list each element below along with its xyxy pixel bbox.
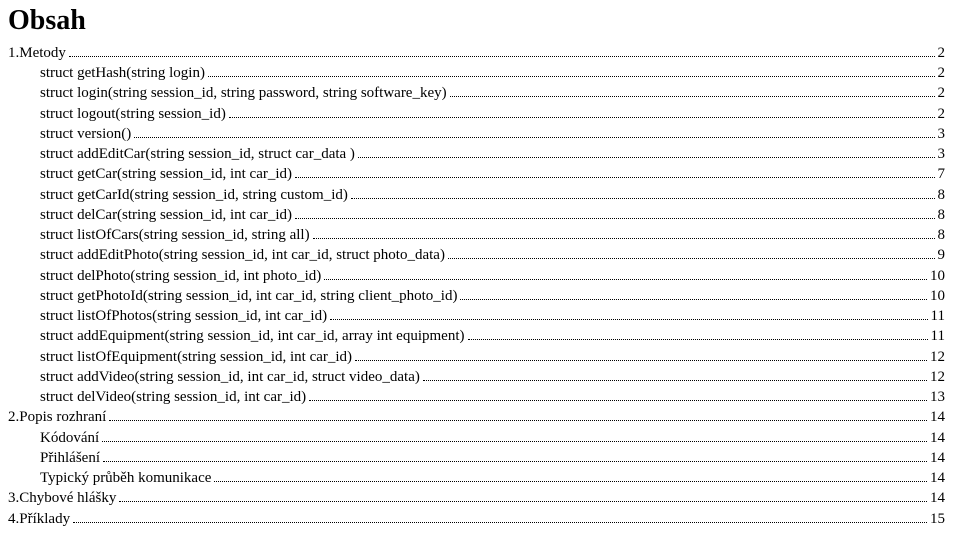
toc-entry: struct listOfEquipment(string session_id… [8,347,945,367]
toc-dot-leader [103,450,927,462]
toc-dot-leader [450,85,935,97]
toc-dot-leader [229,105,935,117]
toc-entry: struct addEditCar(string session_id, str… [8,144,945,164]
toc-label: struct logout(string session_id) [40,104,226,124]
toc-page-number: 2 [938,83,946,103]
toc-dot-leader [214,470,927,482]
toc-dot-leader [73,510,927,522]
document-title: Obsah [8,6,945,37]
toc-entry: struct logout(string session_id) 2 [8,104,945,124]
toc-label: struct addEditPhoto(string session_id, i… [40,245,445,265]
toc-page-number: 14 [930,468,945,488]
toc-dot-leader [358,146,935,158]
toc-page-number: 2 [938,104,946,124]
toc-page-number: 7 [938,164,946,184]
toc-entry: struct delPhoto(string session_id, int p… [8,266,945,286]
toc-page-number: 14 [930,428,945,448]
toc-entry: Typický průběh komunikace 14 [8,468,945,488]
toc-label: struct version() [40,124,131,144]
toc-entry: Kódování 14 [8,428,945,448]
toc-entry: struct login(string session_id, string p… [8,83,945,103]
toc-label: struct addEditCar(string session_id, str… [40,144,355,164]
toc-dot-leader [423,369,927,381]
toc-page-number: 11 [931,326,945,346]
toc-entry: struct version() 3 [8,124,945,144]
toc-entry: struct getHash(string login) 2 [8,63,945,83]
toc-label: 1.Metody [8,43,66,63]
toc-page-number: 9 [938,245,946,265]
toc-dot-leader [119,490,927,502]
toc-dot-leader [351,186,935,198]
toc-label: struct addEquipment(string session_id, i… [40,326,465,346]
toc-dot-leader [324,267,927,279]
toc-page-number: 2 [938,43,946,63]
toc-entry: struct addEquipment(string session_id, i… [8,326,945,346]
toc-dot-leader [69,45,935,57]
toc-label: struct listOfEquipment(string session_id… [40,347,352,367]
toc-entry: struct listOfCars(string session_id, str… [8,225,945,245]
toc-label: struct getHash(string login) [40,63,205,83]
toc-entry: struct getCar(string session_id, int car… [8,164,945,184]
toc-dot-leader [102,429,927,441]
document-page: Obsah 1.Metody2struct getHash(string log… [0,0,959,529]
toc-label: 3.Chybové hlášky [8,488,116,508]
toc-entry: 2.Popis rozhraní 14 [8,407,945,427]
toc-page-number: 8 [938,205,946,225]
toc-dot-leader [355,348,927,360]
toc-label: struct delPhoto(string session_id, int p… [40,266,321,286]
toc-label: struct getPhotoId(string session_id, int… [40,286,457,306]
toc-entry: struct addEditPhoto(string session_id, i… [8,245,945,265]
toc-page-number: 8 [938,185,946,205]
toc-label: struct listOfPhotos(string session_id, i… [40,306,327,326]
toc-label: struct listOfCars(string session_id, str… [40,225,310,245]
toc-entry: struct delCar(string session_id, int car… [8,205,945,225]
toc-page-number: 13 [930,387,945,407]
toc-page-number: 10 [930,266,945,286]
toc-page-number: 12 [930,347,945,367]
toc-label: struct login(string session_id, string p… [40,83,447,103]
toc-dot-leader [134,126,934,138]
toc-page-number: 14 [930,488,945,508]
toc-page-number: 8 [938,225,946,245]
toc-entry: 4.Příklady 15 [8,509,945,529]
toc-page-number: 10 [930,286,945,306]
toc-entry: Přihlášení 14 [8,448,945,468]
toc-dot-leader [448,247,935,259]
toc-page-number: 15 [930,509,945,529]
toc-page-number: 14 [930,448,945,468]
toc-dot-leader [208,65,935,77]
toc-entry: struct delVideo(string session_id, int c… [8,387,945,407]
toc-dot-leader [330,308,927,320]
toc-label: struct addVideo(string session_id, int c… [40,367,420,387]
toc-page-number: 14 [930,407,945,427]
toc-page-number: 12 [930,367,945,387]
toc-dot-leader [109,409,927,421]
toc-label: 4.Příklady [8,509,70,529]
toc-label: struct delCar(string session_id, int car… [40,205,292,225]
toc-entry: 1.Metody 2 [8,43,945,63]
toc-entry: struct getPhotoId(string session_id, int… [8,286,945,306]
toc-label: struct getCarId(string session_id, strin… [40,185,348,205]
toc-dot-leader [309,389,927,401]
toc-page-number: 11 [931,306,945,326]
toc-dot-leader [468,328,928,340]
toc-label: struct getCar(string session_id, int car… [40,164,292,184]
toc-dot-leader [313,227,935,239]
toc-entry: struct addVideo(string session_id, int c… [8,367,945,387]
toc-dot-leader [295,207,934,219]
toc-container: 1.Metody2struct getHash(string login)2st… [8,43,945,529]
toc-entry: struct listOfPhotos(string session_id, i… [8,306,945,326]
toc-page-number: 3 [938,144,946,164]
toc-label: Přihlášení [40,448,100,468]
toc-label: struct delVideo(string session_id, int c… [40,387,306,407]
toc-entry: struct getCarId(string session_id, strin… [8,185,945,205]
toc-page-number: 2 [938,63,946,83]
toc-label: Kódování [40,428,99,448]
toc-page-number: 3 [938,124,946,144]
toc-label: Typický průběh komunikace [40,468,211,488]
toc-dot-leader [460,288,927,300]
toc-entry: 3.Chybové hlášky 14 [8,488,945,508]
toc-dot-leader [295,166,934,178]
toc-label: 2.Popis rozhraní [8,407,106,427]
